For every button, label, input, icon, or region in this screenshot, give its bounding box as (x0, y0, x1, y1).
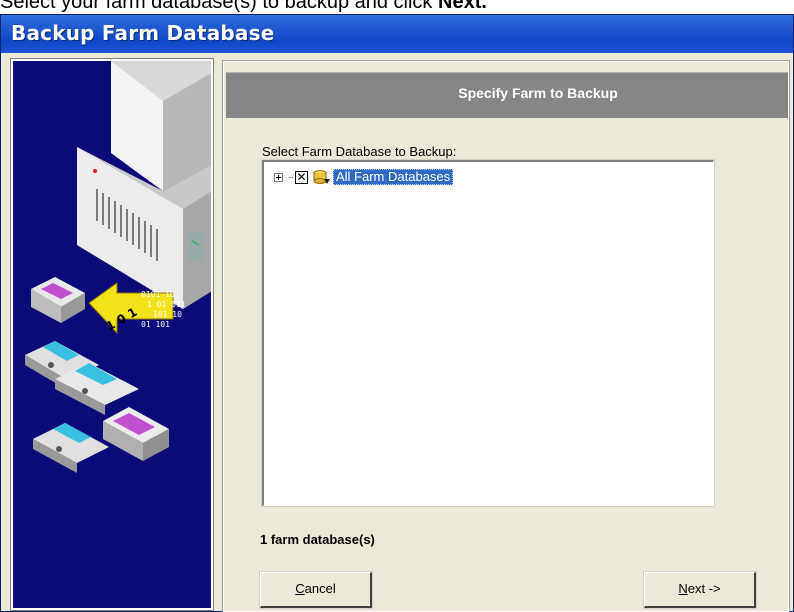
backup-wizard-window: Backup Farm Database 1 0 1 0101 10 1 01 … (0, 14, 794, 612)
expand-icon[interactable] (274, 172, 283, 182)
instruction-prefix: Select your farm database(s) to backup a… (0, 0, 438, 13)
select-database-label: Select Farm Database to Backup: (262, 144, 457, 159)
cancel-button[interactable]: Cancel (259, 571, 373, 609)
wizard-illustration: 1 0 1 0101 10 1 01 011 101 10 01 101 (10, 58, 214, 611)
step-header: Specify Farm to Backup (226, 72, 788, 118)
svg-text:1 01 011: 1 01 011 (147, 300, 186, 309)
cancel-label: ancel (304, 581, 336, 596)
step-title: Specify Farm to Backup (458, 85, 618, 101)
database-icon (313, 170, 330, 184)
cancel-accelerator: C (295, 581, 305, 596)
backup-illustration-image: 1 0 1 0101 10 1 01 011 101 10 01 101 (25, 61, 211, 473)
svg-text:0101 10: 0101 10 (141, 290, 175, 299)
title-bar[interactable]: Backup Farm Database (1, 15, 793, 53)
tree-item[interactable]: ✕ All Farm Databases (274, 168, 454, 186)
svg-text:101 10: 101 10 (153, 310, 182, 319)
database-count: 1 farm database(s) (260, 532, 375, 547)
wizard-content: Specify Farm to Backup Select Farm Datab… (222, 60, 790, 612)
next-accelerator: N (678, 581, 688, 596)
next-button[interactable]: Next -> (643, 571, 757, 609)
tree-connector (289, 176, 293, 178)
database-checkbox[interactable]: ✕ (295, 170, 308, 184)
window-title: Backup Farm Database (11, 21, 275, 45)
next-label: ext -> (687, 581, 721, 596)
tree-item-label[interactable]: All Farm Databases (333, 169, 454, 185)
svg-text:01 101: 01 101 (141, 320, 170, 329)
instruction-text: Select your farm database(s) to backup a… (0, 0, 794, 13)
instruction-next: Next. (438, 0, 487, 13)
farm-database-tree[interactable]: ✕ All Farm Databases (261, 159, 715, 507)
